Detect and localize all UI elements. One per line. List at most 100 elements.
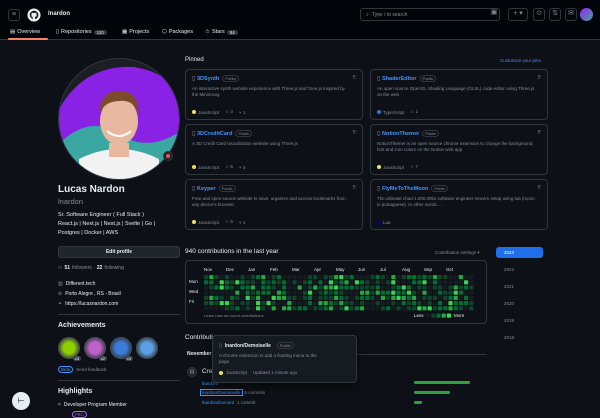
contribution-day-cell[interactable] [240,306,245,311]
contribution-day-cell[interactable] [427,275,432,280]
contribution-day-cell[interactable] [349,306,354,311]
contribution-day-cell[interactable] [318,280,323,285]
contribution-settings-button[interactable]: Contribution settings ▾ [435,250,480,256]
pinned-repo-name[interactable]: FlyMeToTheMoon [382,186,428,192]
contribution-day-cell[interactable] [360,285,365,290]
contribution-day-cell[interactable] [396,295,401,300]
contribution-day-cell[interactable] [235,285,240,290]
contribution-day-cell[interactable] [448,290,453,295]
contribution-day-cell[interactable] [432,301,437,306]
contribution-day-cell[interactable] [339,285,344,290]
contribution-day-cell[interactable] [297,306,302,311]
contribution-day-cell[interactable] [318,306,323,311]
contribution-day-cell[interactable] [375,275,380,280]
contribution-day-cell[interactable] [360,275,365,280]
pinned-repo-name[interactable]: Keyper [197,186,216,192]
contribution-day-cell[interactable] [360,295,365,300]
contribution-day-cell[interactable] [458,290,463,295]
drag-handle-icon[interactable]: ⠿ [352,75,356,81]
contribution-day-cell[interactable] [209,275,214,280]
contribution-day-cell[interactable] [235,280,240,285]
contribution-day-cell[interactable] [391,301,396,306]
contribution-day-cell[interactable] [422,295,427,300]
contribution-day-cell[interactable] [313,290,318,295]
edit-profile-button[interactable]: Edit profile [58,246,180,258]
contribution-day-cell[interactable] [349,280,354,285]
contribution-day-cell[interactable] [219,280,224,285]
contribution-day-cell[interactable] [469,275,474,280]
contribution-day-cell[interactable] [354,285,359,290]
contribution-day-cell[interactable] [354,280,359,285]
create-new-button[interactable]: + ▾ [508,8,528,21]
contribution-day-cell[interactable] [230,285,235,290]
contribution-day-cell[interactable] [422,301,427,306]
contribution-day-cell[interactable] [292,280,297,285]
contribution-day-cell[interactable] [391,306,396,311]
contribution-day-cell[interactable] [308,280,313,285]
contribution-day-cell[interactable] [375,290,380,295]
contribution-day-cell[interactable] [308,275,313,280]
contribution-day-cell[interactable] [370,306,375,311]
contribution-day-cell[interactable] [386,295,391,300]
stars-count[interactable]: ☆ 3 [225,109,233,115]
drag-handle-icon[interactable]: ⠿ [537,130,541,136]
contribution-day-cell[interactable] [464,280,469,285]
contribution-day-cell[interactable] [469,301,474,306]
contribution-day-cell[interactable] [204,285,209,290]
contribution-day-cell[interactable] [282,301,287,306]
contribution-day-cell[interactable] [469,290,474,295]
contribution-day-cell[interactable] [214,275,219,280]
contribution-day-cell[interactable] [297,285,302,290]
contribution-day-cell[interactable] [375,301,380,306]
achievement-pair-extraordinaire-icon[interactable]: x3 [110,337,133,361]
contribution-day-cell[interactable] [370,290,375,295]
contribution-day-cell[interactable] [453,301,458,306]
contribution-day-cell[interactable] [344,275,349,280]
contribution-day-cell[interactable] [396,275,401,280]
year-2018[interactable]: 2018 [496,332,543,343]
year-2022[interactable]: 2022 [496,264,543,275]
contribution-day-cell[interactable] [235,275,240,280]
contribution-day-cell[interactable] [380,280,385,285]
contribution-day-cell[interactable] [427,290,432,295]
contribution-day-cell[interactable] [287,290,292,295]
contribution-day-cell[interactable] [308,306,313,311]
contribution-day-cell[interactable] [391,285,396,290]
contribution-day-cell[interactable] [204,280,209,285]
contribution-day-cell[interactable] [328,285,333,290]
activity-repo-1[interactable]: lnardon/Demoiselle 6 commits [200,389,265,396]
contribution-day-cell[interactable] [427,295,432,300]
contribution-day-cell[interactable] [412,280,417,285]
contribution-day-cell[interactable] [438,306,443,311]
contribution-day-cell[interactable] [448,306,453,311]
contribution-day-cell[interactable] [302,280,307,285]
contribution-day-cell[interactable] [365,275,370,280]
contribution-day-cell[interactable] [380,290,385,295]
contribution-day-cell[interactable] [261,290,266,295]
send-feedback-link[interactable]: Send feedback [76,367,106,372]
contribution-day-cell[interactable] [422,290,427,295]
contribution-day-cell[interactable] [271,290,276,295]
learn-contributions-link[interactable]: Learn how we count contributions [204,313,264,318]
contribution-day-cell[interactable] [323,301,328,306]
year-2020[interactable]: 2020 [496,298,543,309]
contribution-day-cell[interactable] [250,275,255,280]
contribution-day-cell[interactable] [344,301,349,306]
stars-count[interactable]: ☆ 1 [410,109,418,115]
inbox-icon[interactable]: ✉ [565,8,577,21]
contribution-day-cell[interactable] [412,295,417,300]
contribution-day-cell[interactable] [302,295,307,300]
contribution-day-cell[interactable] [396,306,401,311]
contribution-day-cell[interactable] [261,285,266,290]
contribution-day-cell[interactable] [245,295,250,300]
contribution-day-cell[interactable] [240,301,245,306]
contribution-day-cell[interactable] [448,295,453,300]
contribution-day-cell[interactable] [365,295,370,300]
contribution-day-cell[interactable] [380,275,385,280]
contribution-day-cell[interactable] [334,285,339,290]
contribution-day-cell[interactable] [328,280,333,285]
repo-hovercard[interactable]: ▯ lnardon/Demoiselle Public A chrome exten… [212,335,357,383]
contribution-day-cell[interactable] [271,280,276,285]
contribution-day-cell[interactable] [323,295,328,300]
contribution-day-cell[interactable] [250,280,255,285]
